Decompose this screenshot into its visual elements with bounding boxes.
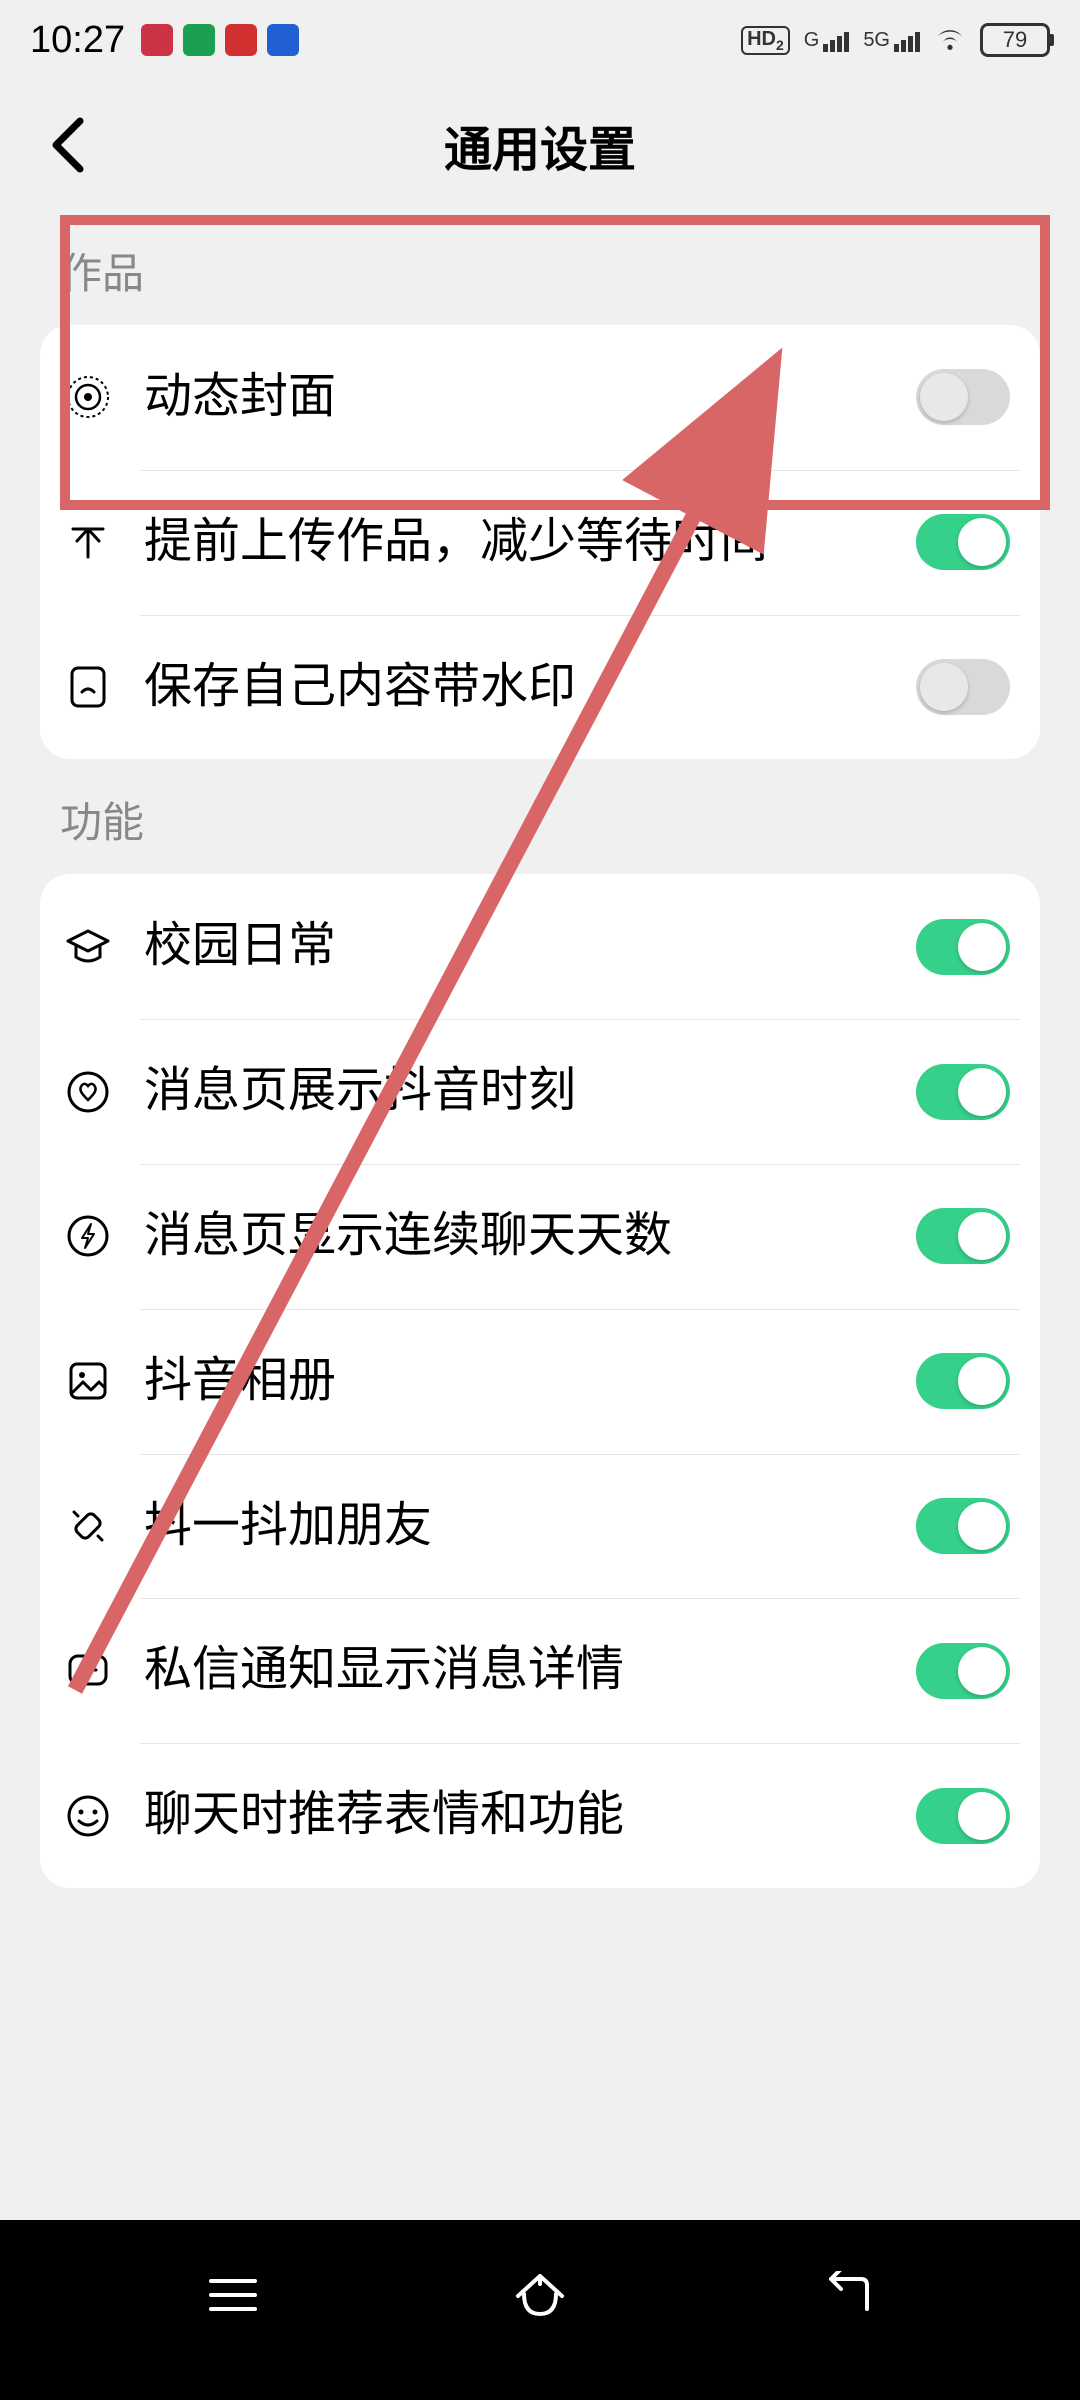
hd-icon: HD2 — [741, 26, 790, 55]
system-nav-bar — [0, 2220, 1080, 2400]
row-album[interactable]: 抖音相册 — [40, 1309, 1040, 1454]
row-douyin-moment[interactable]: 消息页展示抖音时刻 — [40, 1019, 1040, 1164]
row-emoji-suggestion[interactable]: 聊天时推荐表情和功能 — [40, 1743, 1040, 1888]
message-detail-icon — [60, 1643, 116, 1699]
row-label: 私信通知显示消息详情 — [144, 1638, 888, 1703]
toggle-emoji-suggestion[interactable] — [916, 1788, 1010, 1844]
shake-icon — [60, 1498, 116, 1554]
row-watermark[interactable]: 保存自己内容带水印 — [40, 615, 1040, 760]
back-button[interactable] — [40, 117, 96, 173]
section-label-works: 作品 — [0, 210, 1080, 325]
status-bar: 10:27 HD2 G 5G 79 — [0, 0, 1080, 80]
row-label: 消息页显示连续聊天天数 — [144, 1204, 888, 1269]
row-chat-days[interactable]: 消息页显示连续聊天天数 — [40, 1164, 1040, 1309]
row-pre-upload[interactable]: 提前上传作品，减少等待时间 — [40, 470, 1040, 615]
page-header: 通用设置 — [0, 80, 1080, 210]
target-icon — [60, 369, 116, 425]
battery-indicator: 79 — [980, 23, 1050, 57]
network-g-indicator: G — [804, 29, 850, 52]
nav-home-button[interactable] — [480, 2265, 600, 2325]
status-app-icons — [141, 24, 299, 56]
network-5g-indicator: 5G — [863, 29, 920, 52]
row-campus[interactable]: 校园日常 — [40, 874, 1040, 1019]
row-label: 保存自己内容带水印 — [144, 655, 888, 720]
status-time: 10:27 — [30, 19, 125, 62]
row-label: 消息页展示抖音时刻 — [144, 1059, 888, 1124]
page-title: 通用设置 — [444, 110, 636, 180]
toggle-dynamic-cover[interactable] — [916, 369, 1010, 425]
row-dm-detail[interactable]: 私信通知显示消息详情 — [40, 1598, 1040, 1743]
heart-circle-icon — [60, 1064, 116, 1120]
lightning-icon — [60, 1208, 116, 1264]
upload-arrow-icon — [60, 514, 116, 570]
graduation-cap-icon — [60, 919, 116, 975]
row-label: 抖音相册 — [144, 1349, 888, 1414]
image-icon — [60, 1353, 116, 1409]
row-label: 提前上传作品，减少等待时间 — [144, 510, 888, 575]
toggle-campus[interactable] — [916, 919, 1010, 975]
works-card: 动态封面 提前上传作品，减少等待时间 保存自己内容带水印 — [40, 325, 1040, 759]
toggle-shake[interactable] — [916, 1498, 1010, 1554]
emoji-icon — [60, 1788, 116, 1844]
status-right: HD2 G 5G 79 — [741, 23, 1050, 57]
section-label-features: 功能 — [0, 759, 1080, 874]
toggle-pre-upload[interactable] — [916, 514, 1010, 570]
toggle-dm-detail[interactable] — [916, 1643, 1010, 1699]
row-dynamic-cover[interactable]: 动态封面 — [40, 325, 1040, 470]
row-shake[interactable]: 抖一抖加朋友 — [40, 1454, 1040, 1599]
toggle-album[interactable] — [916, 1353, 1010, 1409]
row-label: 抖一抖加朋友 — [144, 1494, 888, 1559]
toggle-chat-days[interactable] — [916, 1208, 1010, 1264]
nav-back-button[interactable] — [787, 2265, 907, 2325]
row-label: 动态封面 — [144, 365, 888, 430]
save-icon — [60, 659, 116, 715]
nav-recent-button[interactable] — [173, 2265, 293, 2325]
features-card: 校园日常 消息页展示抖音时刻 消息页显示连续聊天天数 抖音相册 抖一抖加朋友 私 — [40, 874, 1040, 1888]
toggle-douyin-moment[interactable] — [916, 1064, 1010, 1120]
row-label: 聊天时推荐表情和功能 — [144, 1783, 888, 1848]
wifi-icon — [934, 24, 966, 57]
toggle-watermark[interactable] — [916, 659, 1010, 715]
row-label: 校园日常 — [144, 914, 888, 979]
